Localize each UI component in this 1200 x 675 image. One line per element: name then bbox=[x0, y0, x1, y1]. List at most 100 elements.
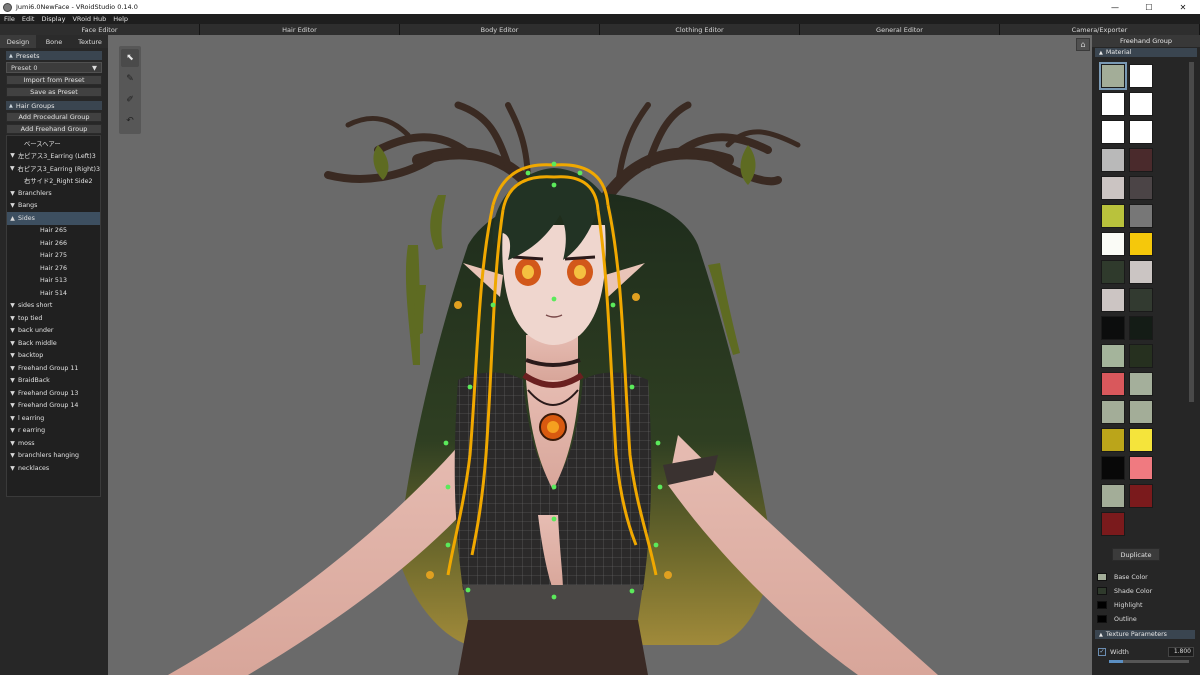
tab-body-editor[interactable]: Body Editor bbox=[400, 24, 600, 35]
chevron-down-icon[interactable]: ▼ bbox=[7, 302, 18, 309]
hair-group-item[interactable]: ▼ Back middle bbox=[7, 337, 100, 350]
tab-clothing-editor[interactable]: Clothing Editor bbox=[600, 24, 800, 35]
hair-group-item[interactable]: ▼ sides short bbox=[7, 300, 100, 313]
chevron-down-icon[interactable]: ▼ bbox=[7, 202, 18, 209]
material-swatch[interactable] bbox=[1129, 232, 1153, 256]
tab-camera-exporter[interactable]: Camera/Exporter bbox=[1000, 24, 1200, 35]
hair-group-item[interactable]: ▼ 右ピアス3_Earring (Right)3 bbox=[7, 162, 100, 175]
hair-group-item[interactable]: ▼ l earring bbox=[7, 412, 100, 425]
hair-group-item[interactable]: ▼ BraidBack bbox=[7, 375, 100, 388]
hair-group-item[interactable]: 右サイド2_Right Side2 bbox=[7, 175, 100, 188]
material-swatch[interactable] bbox=[1129, 92, 1153, 116]
material-swatch[interactable] bbox=[1101, 372, 1125, 396]
material-swatch[interactable] bbox=[1129, 344, 1153, 368]
material-swatch[interactable] bbox=[1129, 372, 1153, 396]
width-checkbox[interactable]: ✓ bbox=[1098, 647, 1106, 656]
hair-item[interactable]: Hair 265 bbox=[7, 225, 100, 238]
chevron-down-icon[interactable]: ▼ bbox=[7, 165, 18, 172]
tab-texture[interactable]: Texture bbox=[72, 35, 108, 48]
chevron-down-icon[interactable]: ▼ bbox=[7, 377, 18, 384]
chevron-down-icon[interactable]: ▼ bbox=[7, 190, 18, 197]
tab-bone[interactable]: Bone bbox=[36, 35, 72, 48]
material-swatch[interactable] bbox=[1101, 512, 1125, 536]
material-swatch[interactable] bbox=[1101, 484, 1125, 508]
material-header[interactable]: ▲ Material bbox=[1095, 48, 1197, 57]
material-swatch[interactable] bbox=[1129, 484, 1153, 508]
brush-tool-icon[interactable]: ✎ bbox=[121, 70, 139, 88]
highlight-chip[interactable] bbox=[1097, 601, 1107, 609]
material-swatch[interactable] bbox=[1101, 400, 1125, 424]
material-swatch[interactable] bbox=[1101, 232, 1125, 256]
material-swatch[interactable] bbox=[1099, 62, 1127, 90]
hair-group-item[interactable]: ベースヘアー bbox=[7, 137, 100, 150]
tab-general-editor[interactable]: General Editor bbox=[800, 24, 1000, 35]
chevron-down-icon[interactable]: ▼ bbox=[7, 365, 18, 372]
shade-color-chip[interactable] bbox=[1097, 587, 1107, 595]
hair-group-item[interactable]: ▼ Branchlers bbox=[7, 187, 100, 200]
hair-group-list[interactable]: ベースヘアー ▼ 左ピアス3_Earring (Left)3 ▼ 右ピアス3_Earri… bbox=[6, 135, 101, 497]
material-swatch[interactable] bbox=[1101, 288, 1125, 312]
material-swatch[interactable] bbox=[1101, 176, 1125, 200]
hair-group-item[interactable]: ▼ Bangs bbox=[7, 200, 100, 213]
material-swatch[interactable] bbox=[1101, 148, 1125, 172]
menu-file[interactable]: File bbox=[4, 15, 15, 23]
save-as-preset-button[interactable]: Save as Preset bbox=[6, 87, 102, 97]
chevron-down-icon[interactable]: ▼ bbox=[7, 440, 18, 447]
width-slider[interactable] bbox=[1109, 660, 1189, 663]
menu-display[interactable]: Display bbox=[41, 15, 65, 23]
material-swatch[interactable] bbox=[1101, 260, 1125, 284]
material-swatch[interactable] bbox=[1101, 456, 1125, 480]
outline-row[interactable]: Outline bbox=[1097, 614, 1137, 624]
material-swatch[interactable] bbox=[1101, 204, 1125, 228]
material-swatch[interactable] bbox=[1129, 64, 1153, 88]
3d-viewport[interactable]: ⬉ ✎ ✐ ↶ ⌂ bbox=[108, 35, 1092, 675]
hair-group-item[interactable]: ▼ backtop bbox=[7, 350, 100, 363]
highlight-row[interactable]: Highlight bbox=[1097, 600, 1142, 610]
tab-design[interactable]: Design bbox=[0, 35, 36, 48]
maximize-button[interactable]: ☐ bbox=[1132, 0, 1166, 14]
material-swatch[interactable] bbox=[1129, 456, 1153, 480]
add-procedural-group-button[interactable]: Add Procedural Group bbox=[6, 112, 102, 122]
hair-group-item[interactable]: ▼ 左ピアス3_Earring (Left)3 bbox=[7, 150, 100, 163]
material-scrollbar[interactable] bbox=[1189, 62, 1194, 402]
material-swatch[interactable] bbox=[1101, 120, 1125, 144]
import-from-preset-button[interactable]: Import from Preset bbox=[6, 75, 102, 85]
width-value-field[interactable]: 1.800 bbox=[1168, 646, 1194, 657]
chevron-up-icon[interactable]: ▲ bbox=[7, 215, 18, 222]
material-swatch[interactable] bbox=[1129, 120, 1153, 144]
add-freehand-group-button[interactable]: Add Freehand Group bbox=[6, 124, 102, 134]
material-swatch[interactable] bbox=[1129, 148, 1153, 172]
close-button[interactable]: ✕ bbox=[1166, 0, 1200, 14]
material-swatch[interactable] bbox=[1129, 260, 1153, 284]
base-color-chip[interactable] bbox=[1097, 573, 1107, 581]
base-color-row[interactable]: Base Color bbox=[1097, 572, 1148, 582]
hair-group-item[interactable]: ▲ Sides bbox=[7, 212, 100, 225]
chevron-down-icon[interactable]: ▼ bbox=[7, 427, 18, 434]
chevron-down-icon[interactable]: ▼ bbox=[7, 415, 18, 422]
hair-group-item[interactable]: ▼ necklaces bbox=[7, 462, 100, 475]
material-swatch[interactable] bbox=[1129, 176, 1153, 200]
material-swatch[interactable] bbox=[1129, 288, 1153, 312]
menu-vroid-hub[interactable]: VRoid Hub bbox=[72, 15, 106, 23]
material-swatch[interactable] bbox=[1101, 92, 1125, 116]
hair-group-item[interactable]: ▼ back under bbox=[7, 325, 100, 338]
material-swatch[interactable] bbox=[1101, 344, 1125, 368]
hair-item[interactable]: Hair 513 bbox=[7, 275, 100, 288]
chevron-down-icon[interactable]: ▼ bbox=[7, 402, 18, 409]
shade-color-row[interactable]: Shade Color bbox=[1097, 586, 1152, 596]
material-swatch[interactable] bbox=[1129, 428, 1153, 452]
hair-item[interactable]: Hair 514 bbox=[7, 287, 100, 300]
chevron-down-icon[interactable]: ▼ bbox=[7, 340, 18, 347]
presets-header[interactable]: ▲ Presets bbox=[6, 51, 102, 60]
texture-parameters-header[interactable]: ▲ Texture Parameters bbox=[1095, 630, 1195, 639]
scrollbar-thumb[interactable] bbox=[1189, 62, 1194, 402]
select-tool-icon[interactable]: ⬉ bbox=[121, 49, 139, 67]
menu-edit[interactable]: Edit bbox=[22, 15, 35, 23]
material-swatch[interactable] bbox=[1129, 400, 1153, 424]
duplicate-button[interactable]: Duplicate bbox=[1112, 548, 1160, 561]
menu-help[interactable]: Help bbox=[113, 15, 128, 23]
chevron-down-icon[interactable]: ▼ bbox=[7, 390, 18, 397]
eraser-tool-icon[interactable]: ✐ bbox=[121, 91, 139, 109]
hair-group-item[interactable]: ▼ r earring bbox=[7, 425, 100, 438]
hair-item[interactable]: Hair 266 bbox=[7, 237, 100, 250]
